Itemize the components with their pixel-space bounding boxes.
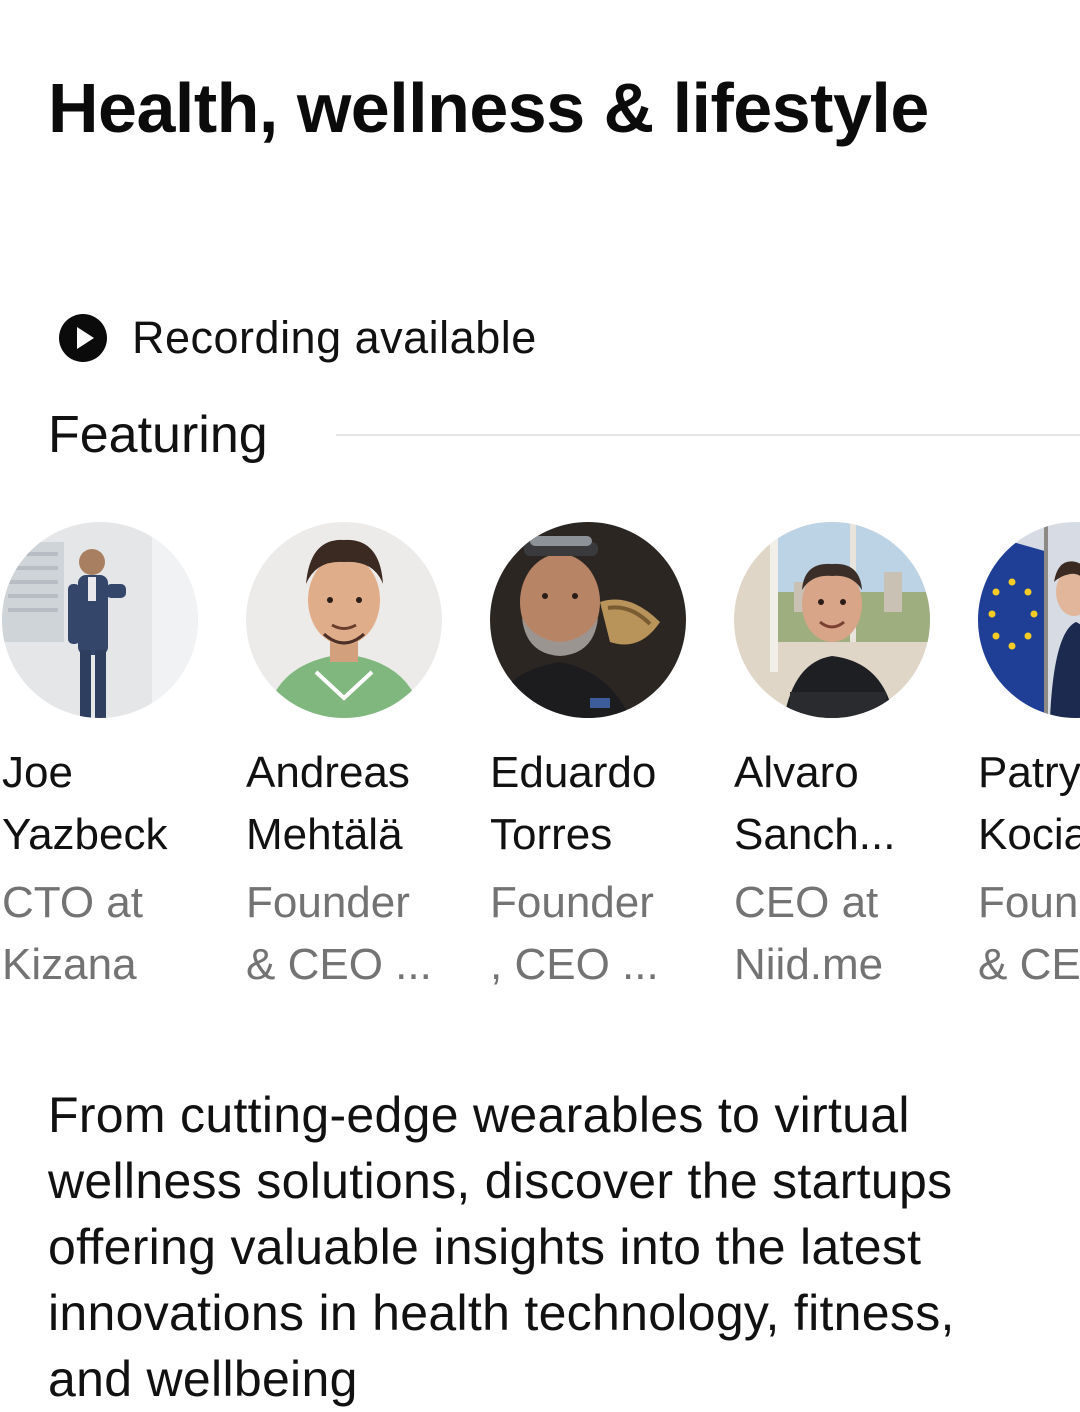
featuring-header: Featuring (48, 400, 268, 470)
speaker-card[interactable]: Joe Yazbeck CTO at Kizana (2, 522, 232, 996)
page-title: Health, wellness & lifestyle (48, 69, 929, 147)
speaker-avatar (734, 522, 930, 718)
speaker-avatar (246, 522, 442, 718)
speaker-name: Andreas Mehtälä (246, 748, 410, 859)
speaker-role: Founder & CEO ... (246, 878, 432, 989)
speaker-role: CTO at Kizana (2, 878, 144, 989)
speaker-role: Founder , CEO ... (490, 878, 659, 989)
speaker-carousel[interactable]: Joe Yazbeck CTO at Kizana Andreas Mehtäl… (0, 522, 1080, 1002)
speaker-card[interactable]: Andreas Mehtälä Founder & CEO ... (246, 522, 476, 996)
speaker-card[interactable]: Patry Kocia Foun & CE (978, 522, 1080, 996)
speaker-avatar (490, 522, 686, 718)
featuring-divider (336, 434, 1080, 436)
speaker-card[interactable]: Alvaro Sanch... CEO at Niid.me (734, 522, 964, 996)
speaker-avatar (2, 522, 198, 718)
speaker-role: Foun & CE (978, 878, 1080, 989)
featuring-label: Featuring (48, 406, 268, 464)
speaker-name: Alvaro Sanch... (734, 748, 896, 859)
speaker-role: CEO at Niid.me (734, 878, 884, 989)
speaker-card[interactable]: Eduardo Torres Founder , CEO ... (490, 522, 720, 996)
recording-available-link[interactable]: Recording available (58, 310, 537, 366)
speaker-name: Eduardo Torres (490, 748, 657, 859)
play-circle-icon (59, 314, 107, 362)
speaker-avatar (978, 522, 1080, 718)
recording-available-label: Recording available (132, 312, 537, 363)
speaker-name: Patry Kocia (978, 748, 1080, 859)
speaker-name: Joe Yazbeck (2, 748, 168, 859)
event-description: From cutting-edge wearables to virtual w… (48, 1087, 955, 1407)
